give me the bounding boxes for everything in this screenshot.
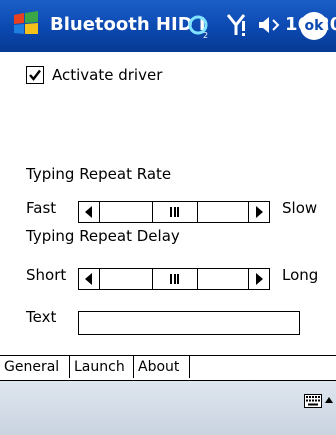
scroll-right-button[interactable] bbox=[248, 202, 269, 222]
input-menu-arrow-icon[interactable] bbox=[324, 395, 334, 405]
scroll-left-button[interactable] bbox=[79, 202, 100, 222]
repeat-delay-max-label: Long bbox=[282, 266, 319, 284]
title-bar: Bluetooth HID I 2 16:20 ok bbox=[0, 0, 336, 52]
repeat-delay-heading: Typing Repeat Delay bbox=[26, 227, 180, 245]
windows-start-icon[interactable] bbox=[10, 9, 42, 41]
left-arrow-icon bbox=[85, 273, 92, 285]
repeat-rate-thumb[interactable] bbox=[152, 202, 198, 222]
repeat-rate-min-label: Fast bbox=[26, 199, 57, 217]
scroll-right-button[interactable] bbox=[248, 269, 269, 289]
activate-driver-checkbox[interactable] bbox=[26, 66, 44, 84]
text-input[interactable] bbox=[78, 311, 300, 335]
tab-about[interactable]: About bbox=[134, 356, 190, 378]
activate-driver-label: Activate driver bbox=[52, 66, 163, 84]
scroll-left-button[interactable] bbox=[79, 269, 100, 289]
ok-button[interactable]: ok bbox=[300, 12, 328, 40]
activate-driver-row[interactable]: Activate driver bbox=[26, 66, 162, 84]
repeat-delay-min-label: Short bbox=[26, 266, 67, 284]
repeat-delay-thumb[interactable] bbox=[152, 269, 198, 289]
tab-launch[interactable]: Launch bbox=[70, 356, 134, 378]
signal-icon[interactable] bbox=[226, 13, 248, 37]
right-arrow-icon bbox=[256, 206, 263, 218]
volume-icon[interactable] bbox=[257, 14, 281, 36]
window-title: Bluetooth HID I bbox=[50, 14, 206, 35]
repeat-rate-slider[interactable] bbox=[78, 201, 270, 223]
svg-text:2: 2 bbox=[203, 31, 208, 39]
repeat-rate-max-label: Slow bbox=[282, 199, 318, 217]
repeat-delay-slider[interactable] bbox=[78, 268, 270, 290]
tab-general[interactable]: General bbox=[0, 356, 70, 378]
checkmark-icon bbox=[29, 69, 41, 81]
right-arrow-icon bbox=[256, 273, 263, 285]
menu-bar bbox=[0, 380, 336, 435]
keyboard-icon[interactable] bbox=[304, 394, 322, 408]
connectivity-icon[interactable]: 2 bbox=[186, 13, 212, 39]
repeat-rate-heading: Typing Repeat Rate bbox=[26, 165, 172, 183]
left-arrow-icon bbox=[85, 206, 92, 218]
text-field-label: Text bbox=[26, 308, 57, 326]
